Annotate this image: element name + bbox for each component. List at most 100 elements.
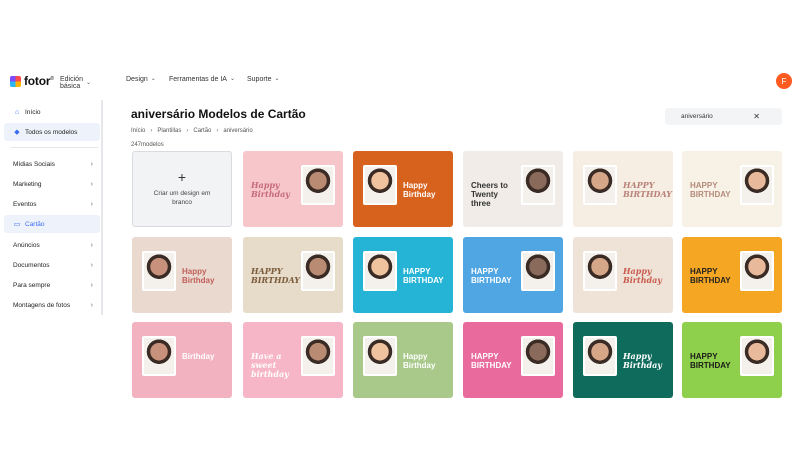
chevron-right-icon: ›: [186, 128, 189, 134]
sidebar-item-marketing[interactable]: Marketing ›: [4, 175, 100, 193]
template-card[interactable]: Cheers to Twenty three: [463, 151, 563, 227]
breadcrumb-plantillas[interactable]: Plantillas: [157, 128, 181, 134]
cube-icon: ◆: [14, 129, 20, 136]
template-card-title: HAPPY BIRTHDAY: [251, 266, 300, 285]
template-card[interactable]: Happy Birthday: [573, 237, 673, 313]
breadcrumb-aniversario: aniversário: [223, 128, 253, 134]
template-card[interactable]: HAPPY BIRTHDAY: [573, 151, 673, 227]
template-photo: [740, 251, 774, 291]
template-photo: [363, 336, 397, 376]
template-card-title: Happy Birthday: [182, 267, 215, 285]
sidebar-item-montagens-de-fotos[interactable]: Montagens de fotos ›: [4, 296, 100, 314]
blank-card-label: Criar um design em branco: [153, 190, 211, 206]
page-title: aniversário Modelos de Cartão: [131, 107, 306, 121]
template-card-title: Have a sweet birthday: [251, 351, 289, 379]
template-photo: [583, 251, 617, 291]
template-card[interactable]: Birthday: [132, 322, 232, 398]
sidebar-divider: [10, 147, 98, 148]
template-card[interactable]: HAPPY BIRTHDAY: [463, 322, 563, 398]
template-card[interactable]: Happy Birthday: [353, 151, 453, 227]
nav-design[interactable]: Design ⌄: [126, 76, 156, 83]
template-card-title: Happy Birthday: [403, 352, 436, 370]
template-photo: [142, 251, 176, 291]
chevron-right-icon: ›: [90, 281, 93, 289]
template-card[interactable]: HAPPY BIRTHDAY: [353, 237, 453, 313]
template-card[interactable]: HAPPY BIRTHDAY: [682, 322, 782, 398]
template-photo: [142, 336, 176, 376]
chevron-right-icon: ›: [90, 301, 93, 309]
chevron-right-icon: ›: [90, 241, 93, 249]
template-card[interactable]: Have a sweet birthday: [243, 322, 343, 398]
nav-ferramentas-ia[interactable]: Ferramentas de IA ⌄: [169, 76, 235, 83]
card-icon: ▭: [13, 221, 21, 228]
sidebar-item-eventos[interactable]: Eventos ›: [4, 195, 100, 213]
chevron-right-icon: ›: [150, 128, 153, 134]
breadcrumb-inicio[interactable]: Início: [131, 128, 145, 134]
sidebar: ⌂ Início ◆ Todos os modelos Mídias Sociais…: [0, 100, 103, 315]
chevron-right-icon: ›: [90, 261, 93, 269]
template-photo: [363, 165, 397, 205]
fotor-logo-icon: [10, 75, 21, 87]
template-card[interactable]: HAPPY BIRTHDAY: [243, 237, 343, 313]
fotor-logo[interactable]: fotor®: [10, 74, 54, 88]
template-card[interactable]: HAPPY BIRTHDAY: [463, 237, 563, 313]
template-photo: [583, 165, 617, 205]
template-photo: [740, 336, 774, 376]
create-blank-design-card[interactable]: + Criar um design em branco: [132, 151, 232, 227]
chevron-down-icon: ⌄: [229, 76, 235, 82]
template-photo: [301, 251, 335, 291]
plus-icon: +: [177, 169, 187, 185]
template-card-title: Happy Birthday: [403, 181, 436, 199]
template-photo: [583, 336, 617, 376]
template-card-title: HAPPY BIRTHDAY: [471, 267, 512, 285]
template-card-title: Happy Birthday: [251, 180, 290, 199]
search-input[interactable]: aniversário ✕: [665, 108, 782, 125]
template-card[interactable]: Happy Birthday: [243, 151, 343, 227]
search-value: aniversário: [681, 113, 713, 120]
template-card-title: Birthday: [182, 352, 215, 361]
sidebar-item-cartao[interactable]: ▭ Cartão: [4, 215, 100, 233]
template-card-title: HAPPY BIRTHDAY: [471, 352, 512, 370]
sidebar-item-todos-os-modelos[interactable]: ◆ Todos os modelos: [4, 123, 100, 141]
breadcrumb-cartao[interactable]: Cartão: [193, 128, 211, 134]
template-card-title: Happy Birthday: [623, 266, 662, 285]
template-photo: [521, 336, 555, 376]
sidebar-item-midias-sociais[interactable]: Mídias Sociais ›: [4, 155, 100, 173]
chevron-right-icon: ›: [90, 160, 93, 168]
template-count: 247modelos: [131, 142, 164, 148]
template-photo: [740, 165, 774, 205]
template-photo: [521, 165, 555, 205]
template-card[interactable]: HAPPY BIRTHDAY: [682, 151, 782, 227]
template-card-title: HAPPY BIRTHDAY: [690, 267, 731, 285]
template-card-title: HAPPY BIRTHDAY: [623, 180, 672, 199]
template-card[interactable]: HAPPY BIRTHDAY: [682, 237, 782, 313]
clear-icon[interactable]: ✕: [753, 112, 760, 121]
template-card[interactable]: Happy Birthday: [132, 237, 232, 313]
home-icon: ⌂: [14, 108, 20, 116]
breadcrumb: Início › Plantillas › Cartão › aniversário: [131, 128, 253, 134]
template-card[interactable]: Happy Birthday: [573, 322, 673, 398]
template-photo: [301, 165, 335, 205]
nav-suporte[interactable]: Suporte ⌄: [247, 76, 280, 83]
chevron-down-icon: ⌄: [85, 79, 91, 86]
template-photo: [363, 251, 397, 291]
sidebar-item-documentos[interactable]: Documentos ›: [4, 256, 100, 274]
chevron-right-icon: ›: [90, 200, 93, 208]
template-photo: [301, 336, 335, 376]
template-card[interactable]: Happy Birthday: [353, 322, 453, 398]
sidebar-item-anuncios[interactable]: Anúncios ›: [4, 236, 100, 254]
template-photo: [521, 251, 555, 291]
chevron-right-icon: ›: [216, 128, 219, 134]
brand-name: fotor®: [24, 74, 54, 88]
nav-edicion-basica[interactable]: Edición básica ⌄: [60, 76, 91, 90]
chevron-right-icon: ›: [90, 180, 93, 188]
chevron-down-icon: ⌄: [150, 76, 156, 82]
template-card-title: HAPPY BIRTHDAY: [403, 267, 444, 285]
template-card-title: Cheers to Twenty three: [471, 181, 508, 208]
sidebar-item-inicio[interactable]: ⌂ Início: [4, 103, 100, 121]
sidebar-item-para-sempre[interactable]: Para sempre ›: [4, 276, 100, 294]
chevron-down-icon: ⌄: [274, 76, 280, 82]
template-card-title: HAPPY BIRTHDAY: [690, 352, 731, 370]
template-card-title: HAPPY BIRTHDAY: [690, 181, 731, 199]
user-avatar[interactable]: F: [776, 73, 792, 89]
